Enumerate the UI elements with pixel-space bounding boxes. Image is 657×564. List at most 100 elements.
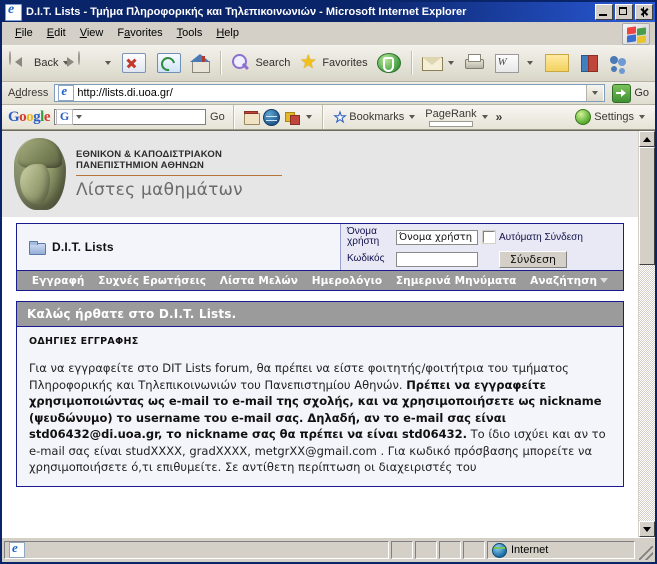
security-zone-pane[interactable]: Internet <box>487 541 635 559</box>
welcome-panel-header: Καλώς ήρθατε στο D.I.T. Lists. <box>17 302 623 327</box>
google-pagerank-label: PageRank <box>425 107 477 120</box>
forward-icon <box>67 51 100 74</box>
google-bookmarks-button[interactable]: Bookmarks <box>332 110 420 124</box>
menu-item-tools[interactable]: Tools <box>170 25 210 41</box>
autologin-label: Αυτόματη Σύνδεση <box>499 231 583 243</box>
address-input[interactable]: http://lists.di.uoa.gr/ <box>54 84 606 102</box>
login-button[interactable]: Σύνδεση <box>498 250 567 268</box>
university-line-1: ΕΘΝΙΚΟΝ & ΚΑΠΟΔΙΣΤΡΙΑΚΟΝ <box>76 148 223 160</box>
banner-subtitle: Λίστες μαθημάτων <box>76 179 243 200</box>
menu-item-edit[interactable]: Edit <box>40 25 73 41</box>
edit-button[interactable] <box>489 48 538 78</box>
notes-icon <box>544 54 569 72</box>
favorites-label: Favorites <box>322 57 368 69</box>
forum-header-box: D.I.T. Lists Όνομα χρήστη Αυτόματη Σύνδε… <box>16 223 624 271</box>
windows-flag-icon[interactable] <box>622 23 650 45</box>
research-icon <box>579 52 601 74</box>
print-icon <box>463 52 485 74</box>
google-pagerank-button[interactable]: PageRank <box>423 108 491 127</box>
google-separator <box>232 105 235 129</box>
scrollbar-thumb[interactable] <box>639 147 655 265</box>
google-translate-icon[interactable] <box>262 108 280 126</box>
menu-item-file[interactable]: File <box>8 25 40 41</box>
maximize-button[interactable] <box>615 4 633 20</box>
google-settings-button[interactable]: Settings <box>575 109 655 125</box>
google-search-dropdown-icon[interactable] <box>76 115 83 119</box>
nav-item-calendar[interactable]: Ημερολόγιο <box>312 275 382 287</box>
menu-item-view[interactable]: View <box>73 25 111 41</box>
go-label: Go <box>634 87 649 99</box>
go-button[interactable]: Go <box>609 83 655 103</box>
address-url-text: http://lists.di.uoa.gr/ <box>77 87 173 99</box>
web-page: ΕΘΝΙΚΟΝ & ΚΑΠΟΔΙΣΤΡΙΑΚΟΝ ΠΑΝΕΠΙΣΤΗΜΙΟΝ Α… <box>2 131 638 537</box>
toolbar-separator-2 <box>410 51 413 75</box>
autologin-checkbox[interactable] <box>482 230 496 244</box>
autologin-wrapper[interactable]: Αυτόματη Σύνδεση <box>482 230 583 244</box>
edit-dropdown-icon[interactable] <box>526 61 533 65</box>
google-settings-dropdown-icon[interactable] <box>639 115 645 119</box>
nav-item-memberlist[interactable]: Λίστα Μελών <box>220 275 298 287</box>
mail-dropdown-icon[interactable] <box>447 61 454 65</box>
forward-dropdown-icon[interactable] <box>105 61 112 65</box>
nav-item-search[interactable]: Αναζήτηση <box>530 275 609 287</box>
username-input[interactable] <box>396 229 478 245</box>
google-bookmarks-icon[interactable] <box>243 109 260 125</box>
google-more-chevron-icon[interactable]: » <box>496 110 503 124</box>
print-button[interactable] <box>460 48 488 78</box>
athena-head-logo <box>14 138 66 210</box>
status-pane-1 <box>391 541 413 559</box>
stop-button[interactable] <box>117 48 151 78</box>
banner-text: ΕΘΝΙΚΟΝ & ΚΑΠΟΔΙΣΤΡΙΑΚΟΝ ΠΑΝΕΠΙΣΤΗΜΙΟΝ Α… <box>76 149 282 200</box>
registration-instructions-heading: ΟΔΗΓΙΕΣ ΕΓΓΡΑΦΗΣ <box>29 336 139 347</box>
favorites-star-icon <box>297 52 319 74</box>
browser-toolbar: Back Search Favorites <box>2 45 655 82</box>
address-label: Address <box>8 87 49 99</box>
close-button[interactable] <box>635 4 653 20</box>
nav-item-register[interactable]: Εγγραφή <box>32 275 85 287</box>
address-dropdown-icon[interactable] <box>586 85 604 101</box>
history-icon <box>376 53 401 73</box>
refresh-button[interactable] <box>152 48 186 78</box>
nav-item-faq[interactable]: Συχνές Ερωτήσεις <box>98 275 206 287</box>
scrollbar-track[interactable] <box>639 265 655 521</box>
password-label: Κωδικός <box>347 252 385 264</box>
google-autofill-dropdown-icon[interactable] <box>305 115 312 119</box>
search-button[interactable]: Search <box>227 48 293 78</box>
messenger-button[interactable] <box>605 48 633 78</box>
vertical-scrollbar[interactable] <box>638 131 655 537</box>
menu-item-favorites[interactable]: Favorites <box>110 25 169 41</box>
mail-button[interactable] <box>418 48 459 78</box>
favorites-button[interactable]: Favorites <box>294 48 370 78</box>
status-bar: Internet <box>2 537 655 562</box>
back-label: Back <box>34 57 59 69</box>
internet-zone-icon <box>492 542 507 558</box>
chevron-down-icon <box>600 278 609 283</box>
home-button[interactable] <box>187 48 215 78</box>
notes-button[interactable] <box>539 48 575 78</box>
address-bar: Address http://lists.di.uoa.gr/ Go <box>2 82 655 105</box>
minimize-button[interactable] <box>595 4 613 20</box>
google-autofill-icon[interactable] <box>284 109 300 125</box>
google-go-label[interactable]: Go <box>210 111 225 123</box>
google-search-input[interactable]: G <box>54 109 207 125</box>
research-button[interactable] <box>576 48 604 78</box>
scroll-down-button[interactable] <box>639 521 655 537</box>
window-title: D.I.T. Lists - Τμήμα Πληροφορικής και Τη… <box>26 6 467 18</box>
history-button[interactable] <box>372 48 406 78</box>
google-bookmarks-dropdown-icon[interactable] <box>409 115 416 119</box>
nav-item-todays-posts[interactable]: Σημερινά Μηνύματα <box>396 275 517 287</box>
password-input[interactable] <box>396 251 478 267</box>
forward-button[interactable] <box>67 48 116 78</box>
status-pane-2 <box>415 541 437 559</box>
go-arrow-icon <box>612 83 632 103</box>
resize-grip[interactable] <box>639 546 653 560</box>
menu-item-help[interactable]: Help <box>209 25 246 41</box>
scroll-up-button[interactable] <box>639 131 655 147</box>
google-pagerank-dropdown-icon[interactable] <box>481 115 488 119</box>
back-button[interactable]: Back <box>6 48 74 78</box>
messenger-icon <box>608 52 630 74</box>
refresh-icon <box>157 53 182 73</box>
university-line-2: ΠΑΝΕΠΙΣΤΗΜΙΟΝ ΑΘΗΝΩΝ <box>76 160 205 171</box>
page-viewport: ΕΘΝΙΚΟΝ & ΚΑΠΟΔΙΣΤΡΙΑΚΟΝ ΠΑΝΕΠΙΣΤΗΜΙΟΝ Α… <box>2 130 655 537</box>
forum-nav: Εγγραφή Συχνές Ερωτήσεις Λίστα Μελών Ημε… <box>16 271 624 291</box>
